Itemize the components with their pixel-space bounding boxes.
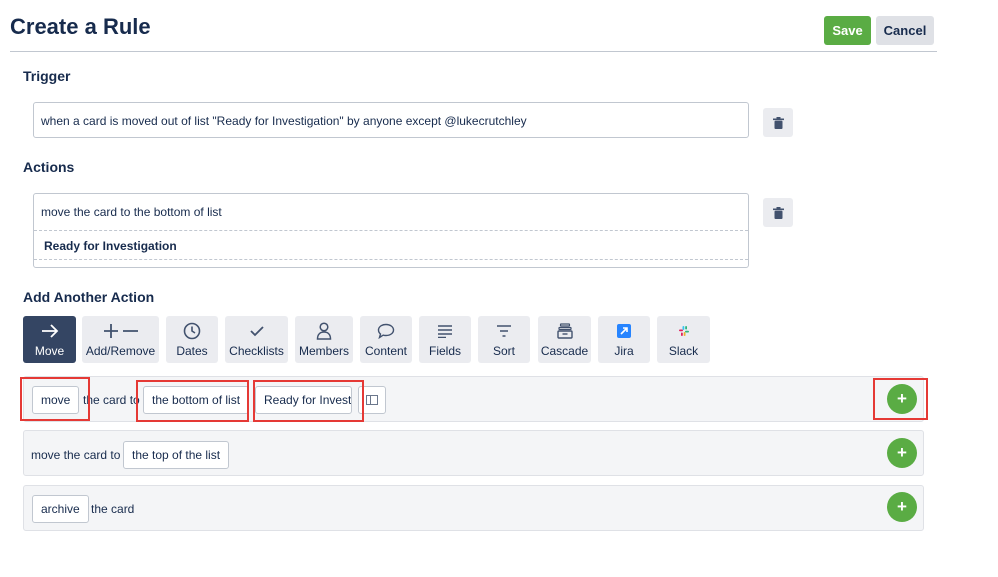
category-slack[interactable]: Slack (657, 316, 710, 363)
add-action-button[interactable]: + (887, 438, 917, 468)
category-add-remove[interactable]: Add/Remove (82, 316, 159, 363)
cancel-button[interactable]: Cancel (876, 16, 934, 45)
option-text: move the card to (31, 448, 121, 462)
category-fields[interactable]: Fields (419, 316, 471, 363)
trigger-heading: Trigger (23, 68, 71, 84)
category-label: Checklists (229, 344, 284, 358)
highlight-box (136, 380, 249, 422)
category-label: Jira (614, 344, 634, 358)
highlight-box (253, 380, 364, 422)
category-label: Move (34, 344, 65, 358)
category-label: Add/Remove (85, 344, 156, 358)
category-cascade[interactable]: Cascade (538, 316, 591, 363)
action-box: move the card to the bottom of list Read… (33, 193, 749, 268)
page-title: Create a Rule (10, 14, 151, 39)
highlight-box (873, 378, 928, 420)
archive-box-icon (556, 323, 573, 339)
add-action-button[interactable]: + (887, 492, 917, 522)
columns-icon (366, 395, 378, 405)
header-divider (10, 51, 937, 52)
verb-select[interactable]: archive (32, 495, 89, 523)
category-label: Dates (176, 344, 208, 358)
delete-trigger-button[interactable] (763, 108, 793, 137)
plus-icon: + (897, 497, 907, 516)
category-label: Slack (668, 344, 699, 358)
option-text: the card to (83, 393, 140, 407)
category-content[interactable]: Content (360, 316, 412, 363)
jira-icon (617, 324, 631, 338)
plus-icon: + (897, 443, 907, 462)
trigger-box: when a card is moved out of list "Ready … (33, 102, 749, 138)
clock-icon (183, 322, 201, 340)
person-icon (316, 322, 332, 340)
filter-icon (497, 325, 511, 337)
trash-icon (772, 116, 784, 129)
category-move[interactable]: Move (23, 316, 76, 363)
actions-heading: Actions (23, 159, 75, 175)
trash-icon (772, 206, 784, 219)
action-list-name: Ready for Investigation (44, 239, 177, 253)
category-label: Members (298, 344, 349, 358)
add-action-heading: Add Another Action (23, 289, 155, 305)
trigger-text: when a card is moved out of list "Ready … (41, 114, 527, 128)
delete-action-button[interactable] (763, 198, 793, 227)
action-text: move the card to the bottom of list (41, 205, 222, 219)
save-button[interactable]: Save (824, 16, 871, 45)
action-divider-bottom (34, 259, 748, 260)
plus-minus-icon (103, 324, 138, 338)
speech-bubble-icon (377, 323, 395, 339)
category-members[interactable]: Members (295, 316, 353, 363)
category-checklists[interactable]: Checklists (225, 316, 288, 363)
action-option-row: move the card to the top of the list + (23, 430, 924, 476)
action-option-row: archive the card + (23, 485, 924, 531)
category-label: Content (364, 344, 408, 358)
checkmark-icon (249, 326, 264, 337)
category-label: Cascade (540, 344, 589, 358)
category-dates[interactable]: Dates (166, 316, 218, 363)
category-label: Fields (428, 344, 461, 358)
lines-icon (438, 325, 452, 338)
option-text: the card (91, 502, 135, 516)
highlight-box (20, 377, 90, 421)
arrow-right-icon (41, 324, 58, 338)
category-label: Sort (492, 344, 515, 358)
position-select[interactable]: the top of the list (123, 441, 230, 469)
category-sort[interactable]: Sort (478, 316, 530, 363)
action-divider (34, 230, 748, 231)
category-jira[interactable]: Jira (598, 316, 650, 363)
slack-icon (678, 326, 689, 336)
